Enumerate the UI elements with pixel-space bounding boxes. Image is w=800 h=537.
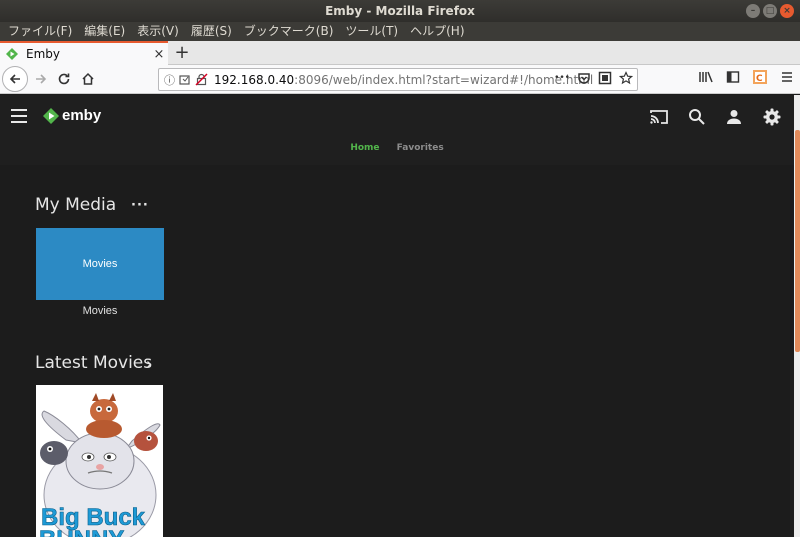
poster-title-line2: BUNNY	[39, 526, 124, 537]
window-titlebar: Emby - Mozilla Firefox – □ ×	[0, 0, 800, 22]
tab-close-icon[interactable]: ×	[150, 47, 168, 62]
menu-file[interactable]: ファイル(F)	[2, 22, 78, 41]
page-scrollbar-thumb[interactable]	[795, 130, 800, 352]
url-bar[interactable]: ⓘ 192.168.0.40:8096/web/index.html?start…	[158, 68, 638, 91]
menu-bar: ファイル(F) 編集(E) 表示(V) 履歴(S) ブックマーク(B) ツール(…	[0, 22, 800, 41]
tab-emby[interactable]: Emby ×	[0, 41, 168, 65]
screenshot-icon[interactable]	[598, 71, 612, 85]
url-path: :8096/web/index.html?start=wizard#!/home…	[294, 72, 594, 87]
pocket-icon[interactable]	[577, 71, 591, 85]
movies-card-caption[interactable]: Movies	[36, 305, 164, 317]
hamburger-line	[11, 109, 27, 111]
home-button[interactable]	[76, 67, 100, 91]
hamburger-menu-icon[interactable]	[780, 70, 794, 84]
tab-home[interactable]: Home	[350, 143, 379, 153]
info-icon[interactable]: ⓘ	[164, 72, 175, 88]
movies-library-card[interactable]: Movies	[36, 228, 164, 300]
search-icon	[689, 109, 705, 125]
menu-history[interactable]: 履歴(S)	[185, 22, 238, 41]
emby-favicon-icon	[6, 48, 18, 60]
poster-image: Big Buck BUNNY	[36, 385, 163, 537]
close-window-button[interactable]: ×	[780, 4, 794, 18]
new-tab-button[interactable]: +	[173, 42, 191, 64]
arrow-right-icon	[36, 74, 47, 84]
tab-favorites[interactable]: Favorites	[397, 143, 444, 153]
tab-title: Emby	[26, 47, 60, 61]
hamburger-line	[11, 115, 27, 117]
my-media-title: My Media	[35, 195, 117, 215]
tab-strip: Emby × +	[0, 41, 800, 65]
camera-permission-icon[interactable]	[179, 74, 192, 86]
back-button[interactable]	[2, 66, 28, 92]
user-icon	[727, 110, 741, 124]
menu-bookmarks[interactable]: ブックマーク(B)	[238, 22, 340, 41]
latest-movies-chevron-icon[interactable]: ›	[146, 354, 152, 373]
cast-icon	[650, 110, 668, 124]
reload-icon	[58, 73, 70, 85]
menu-view[interactable]: 表示(V)	[131, 22, 185, 41]
nav-toolbar: ⓘ 192.168.0.40:8096/web/index.html?start…	[0, 65, 800, 94]
minimize-button[interactable]: –	[746, 4, 760, 18]
latest-movies-title[interactable]: Latest Movies	[35, 353, 152, 373]
insecure-lock-icon[interactable]	[195, 73, 208, 86]
menu-help[interactable]: ヘルプ(H)	[404, 22, 470, 41]
bookmark-star-icon[interactable]	[619, 71, 633, 85]
gear-icon	[763, 108, 781, 126]
sidebar-icon[interactable]	[726, 70, 740, 84]
emby-logo[interactable]: emby	[43, 107, 101, 124]
my-media-more-button[interactable]: ···	[131, 198, 149, 213]
emby-app: emby Home Favorites My Media ··· Movies …	[0, 95, 794, 537]
extension-icon[interactable]: C	[752, 69, 768, 85]
forward-button[interactable]	[29, 67, 53, 91]
movies-card-label: Movies	[82, 258, 118, 270]
library-icon[interactable]	[698, 70, 714, 84]
window-title: Emby - Mozilla Firefox	[325, 4, 475, 18]
page-actions-button[interactable]: •••	[554, 73, 570, 83]
home-icon	[82, 72, 94, 85]
cast-button[interactable]	[647, 105, 671, 129]
url-host: 192.168.0.40	[214, 72, 295, 87]
url-actions: •••	[554, 71, 633, 85]
reload-button[interactable]	[52, 67, 76, 91]
window-controls: – □ ×	[746, 4, 794, 18]
emby-logo-icon	[43, 107, 59, 124]
settings-button[interactable]	[760, 105, 784, 129]
menu-edit[interactable]: 編集(E)	[78, 22, 131, 41]
user-button[interactable]	[722, 105, 746, 129]
main-menu-button[interactable]	[11, 109, 27, 123]
maximize-button[interactable]: □	[763, 4, 777, 18]
hamburger-line	[11, 121, 27, 123]
arrow-left-icon	[9, 74, 20, 84]
right-toolbar: C	[698, 69, 794, 85]
search-button[interactable]	[685, 105, 709, 129]
big-buck-bunny-poster[interactable]: Big Buck BUNNY	[36, 385, 163, 537]
emby-logo-text: emby	[62, 107, 102, 124]
url-text[interactable]: 192.168.0.40:8096/web/index.html?start=w…	[214, 73, 593, 87]
emby-nav-tabs: Home Favorites	[0, 143, 794, 153]
emby-header: emby Home Favorites	[0, 95, 794, 165]
svg-text:C: C	[756, 74, 763, 84]
menu-tools[interactable]: ツール(T)	[339, 22, 404, 41]
